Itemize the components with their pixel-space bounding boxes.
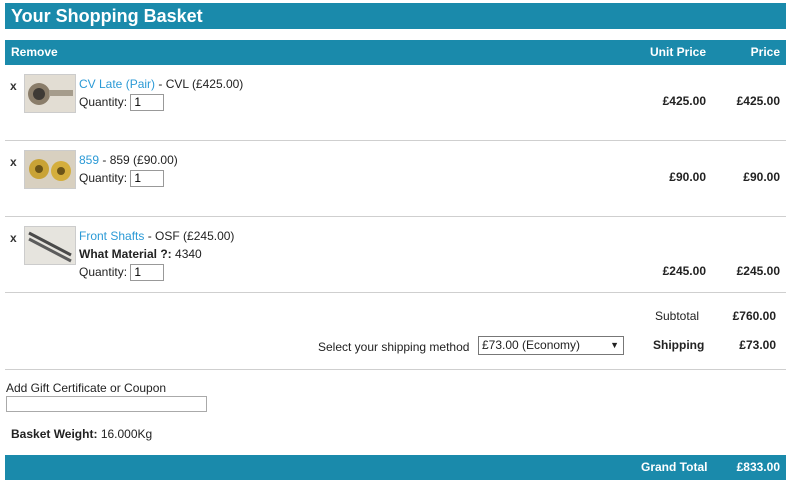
line-price: £90.00 [743, 170, 780, 184]
item-info: Front Shafts - OSF (£245.00) What Materi… [79, 227, 235, 282]
divider [5, 216, 786, 217]
chevron-down-icon: ▼ [610, 340, 619, 350]
price-column-header: Price [750, 45, 780, 59]
page-title: Your Shopping Basket [5, 3, 786, 29]
unit-price: £245.00 [662, 264, 706, 278]
coupon-input[interactable] [6, 396, 207, 412]
product-variant: - OSF (£245.00) [147, 229, 235, 243]
unit-price-column-header: Unit Price [649, 45, 706, 59]
option-label: What Material ?: [79, 247, 172, 261]
shipping-method-label: Select your shipping method [318, 340, 470, 354]
product-variant: - CVL (£425.00) [158, 77, 244, 91]
basket-header: Remove Unit Price Price [5, 40, 786, 65]
brass-parts-icon[interactable] [24, 150, 76, 189]
product-link[interactable]: 859 [79, 153, 99, 167]
basket-weight-label: Basket Weight: [11, 427, 98, 441]
cv-joint-icon[interactable] [24, 74, 76, 113]
divider [5, 292, 786, 293]
quantity-label: Quantity: [79, 265, 128, 279]
remove-item-button[interactable]: x [10, 79, 17, 93]
basket-item: x 859 - 859 (£90.00) Quantity: 1 £90.00 … [5, 150, 786, 216]
unit-price: £90.00 [669, 170, 706, 184]
shipping-label: Shipping [653, 338, 705, 352]
shipping-selected-value: £73.00 (Economy) [482, 338, 581, 352]
remove-column-header: Remove [11, 45, 58, 59]
basket-weight: Basket Weight: 16.000Kg [11, 427, 152, 441]
item-info: CV Late (Pair) - CVL (£425.00) Quantity:… [79, 75, 244, 112]
grand-total-label: Grand Total [641, 460, 708, 474]
coupon-label: Add Gift Certificate or Coupon [6, 381, 167, 395]
product-link[interactable]: CV Late (Pair) [79, 77, 155, 91]
remove-item-button[interactable]: x [10, 231, 17, 245]
shipping-value: £73.00 [739, 338, 776, 352]
basket-weight-value: 16.000Kg [100, 427, 153, 441]
divider [5, 140, 786, 141]
option-value: 4340 [175, 247, 202, 261]
grand-total-bar: Grand Total £833.00 [5, 455, 786, 480]
subtotal-value: £760.00 [732, 309, 776, 323]
subtotal-label: Subtotal [655, 309, 700, 323]
unit-price: £425.00 [662, 94, 706, 108]
quantity-label: Quantity: [79, 95, 128, 109]
product-link[interactable]: Front Shafts [79, 229, 144, 243]
basket-item: x Front Shafts - OSF (£245.00) What Mate… [5, 226, 786, 292]
product-variant: - 859 (£90.00) [102, 153, 178, 167]
line-price: £425.00 [736, 94, 780, 108]
basket-item: x CV Late (Pair) - CVL (£425.00) Quantit… [5, 74, 786, 140]
quantity-input[interactable]: 1 [130, 264, 165, 282]
item-info: 859 - 859 (£90.00) Quantity: 1 [79, 151, 178, 188]
quantity-input[interactable]: 1 [130, 94, 165, 112]
shipping-method-select[interactable]: £73.00 (Economy) ▼ [478, 336, 624, 355]
divider [5, 369, 786, 370]
shafts-icon[interactable] [24, 226, 76, 265]
line-price: £245.00 [736, 264, 780, 278]
remove-item-button[interactable]: x [10, 155, 17, 169]
quantity-input[interactable]: 1 [130, 170, 165, 188]
quantity-label: Quantity: [79, 171, 128, 185]
grand-total-value: £833.00 [736, 460, 780, 474]
